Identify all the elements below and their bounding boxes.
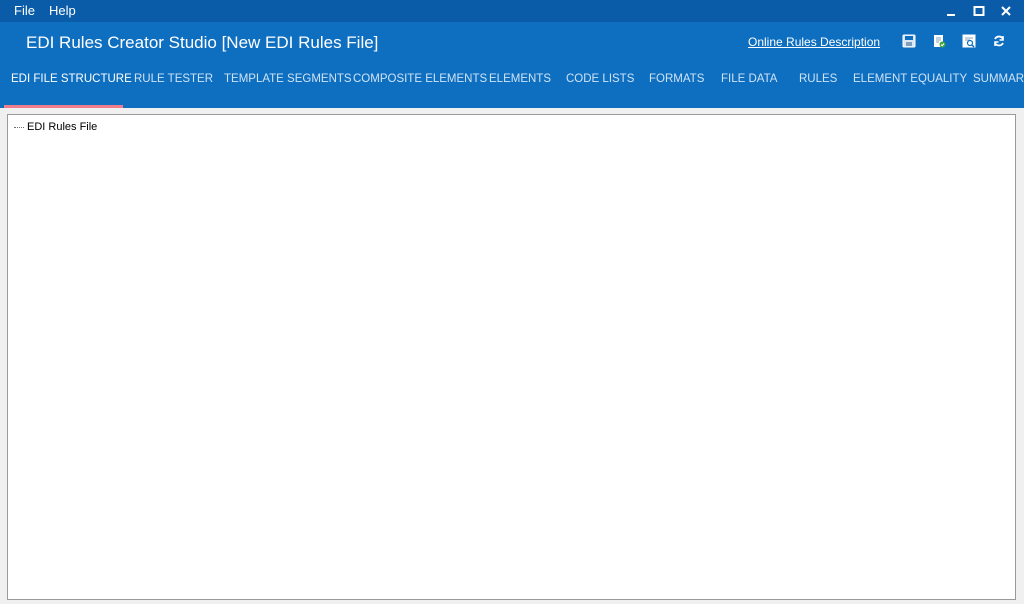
tab-template-segments[interactable]: TEMPLATE SEGMENTS: [224, 64, 352, 108]
main-content: EDI Rules File: [0, 108, 1024, 604]
preview-icon[interactable]: [960, 32, 978, 50]
tab-rule-tester[interactable]: RULE TESTER: [134, 64, 213, 108]
tree-node-label: EDI Rules File: [27, 121, 98, 133]
validate-icon[interactable]: [930, 32, 948, 50]
tab-elements[interactable]: ELEMENTS: [489, 64, 551, 108]
app-title: EDI Rules Creator Studio [New EDI Rules …: [26, 33, 379, 52]
tab-code-lists[interactable]: CODE LISTS: [566, 64, 634, 108]
tree-connector: [14, 126, 24, 128]
tab-strip: EDI FILE STRUCTURE RULE TESTER TEMPLATE …: [0, 64, 1024, 108]
save-icon[interactable]: [900, 32, 918, 50]
menu-bar: File Help: [0, 0, 1024, 22]
toolbar: [900, 32, 1008, 50]
menu-help[interactable]: Help: [42, 0, 83, 22]
maximize-icon[interactable]: [970, 3, 987, 20]
tab-edi-file-structure[interactable]: EDI FILE STRUCTURE: [11, 64, 132, 108]
tab-composite-elements[interactable]: COMPOSITE ELEMENTS: [353, 64, 487, 108]
tab-formats[interactable]: FORMATS: [649, 64, 704, 108]
menu-file[interactable]: File: [0, 0, 42, 22]
structure-tree[interactable]: EDI Rules File: [7, 114, 1016, 600]
tab-element-equality[interactable]: ELEMENT EQUALITY: [853, 64, 967, 108]
tab-summaries[interactable]: SUMMARIES: [973, 64, 1024, 108]
tab-file-data[interactable]: FILE DATA: [721, 64, 777, 108]
online-rules-description-link[interactable]: Online Rules Description: [748, 34, 880, 50]
window-controls: [943, 0, 1014, 22]
refresh-icon[interactable]: [990, 32, 1008, 50]
tab-rules[interactable]: RULES: [799, 64, 837, 108]
tree-node-root[interactable]: EDI Rules File: [14, 121, 97, 133]
close-icon[interactable]: [997, 3, 1014, 20]
header: EDI Rules Creator Studio [New EDI Rules …: [0, 22, 1024, 64]
minimize-icon[interactable]: [943, 3, 960, 20]
